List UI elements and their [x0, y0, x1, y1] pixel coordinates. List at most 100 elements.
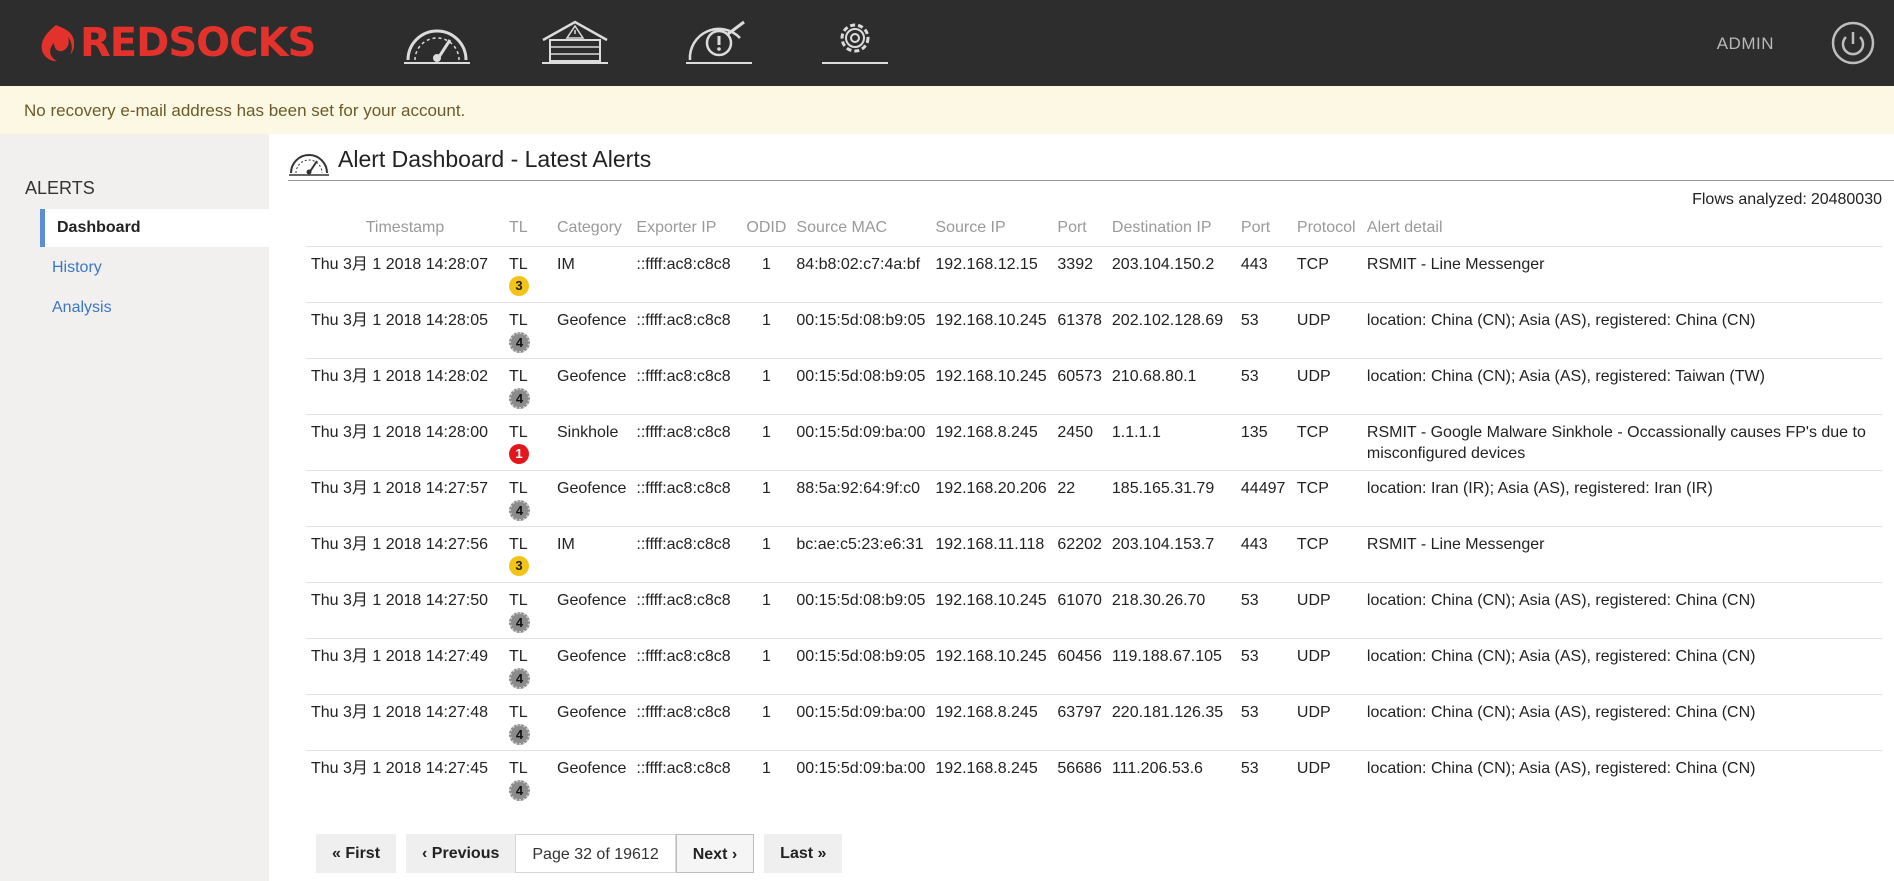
cell-exporter-ip: ::ffff:ac8:c8c8: [631, 750, 742, 807]
cell-source-ip: 192.168.10.245: [930, 582, 1053, 639]
first-page-button[interactable]: « First: [316, 834, 397, 873]
warehouse-alert-icon[interactable]: [540, 16, 610, 66]
sidebar-item-history[interactable]: History: [40, 249, 269, 287]
cell-source-port: 22: [1052, 470, 1107, 527]
cell-alert-detail: location: China (CN); Asia (AS), registe…: [1361, 582, 1882, 639]
cell-destination-port: 53: [1235, 582, 1292, 639]
cell-alert-detail: RSMIT - Line Messenger: [1361, 526, 1882, 583]
cell-timestamp: Thu 3月 1 2018 14:28:07: [306, 246, 504, 303]
col-source-ip[interactable]: Source IP: [930, 210, 1052, 247]
cell-source-mac: 88:5a:92:64:9f:c0: [791, 470, 931, 527]
cell-source-port: 61378: [1052, 302, 1107, 359]
col-timestamp[interactable]: Timestamp: [306, 210, 504, 247]
table-header-row: Timestamp TL Category Exporter IP ODID S…: [306, 210, 1882, 247]
table-row[interactable]: Thu 3月 1 2018 14:27:45 TL 4 Geofence::ffff:…: [306, 750, 1882, 807]
col-source-port[interactable]: Port: [1052, 210, 1107, 247]
cell-exporter-ip: ::ffff:ac8:c8c8: [631, 470, 742, 527]
cell-source-mac: 00:15:5d:09:ba:00: [791, 694, 931, 751]
cell-odid: 1: [741, 526, 792, 583]
cell-source-mac: 00:15:5d:09:ba:00: [791, 414, 931, 471]
col-category[interactable]: Category: [552, 210, 631, 247]
settings-gear-icon[interactable]: [820, 16, 890, 66]
threat-level-badge: 4: [509, 724, 530, 745]
cell-odid: 1: [741, 246, 792, 303]
flows-value: 20480030: [1810, 191, 1882, 208]
cell-destination-port: 44497: [1235, 470, 1292, 527]
cell-tl: TL 3: [504, 246, 552, 303]
table-row[interactable]: Thu 3月 1 2018 14:28:07 TL 3 IM::ffff:ac8:c8…: [306, 246, 1882, 303]
cell-alert-detail: location: China (CN); Asia (AS), registe…: [1361, 750, 1882, 807]
sidebar-item-analysis[interactable]: Analysis: [40, 289, 269, 327]
threat-level-badge: 4: [509, 332, 530, 353]
threat-level-badge: 4: [509, 612, 530, 633]
last-page-button[interactable]: Last »: [764, 834, 843, 873]
next-page-button[interactable]: Next ›: [675, 834, 755, 873]
cell-alert-detail: location: China (CN); Asia (AS), registe…: [1361, 358, 1882, 415]
analysis-magnifier-icon[interactable]: [684, 16, 754, 66]
table-row[interactable]: Thu 3月 1 2018 14:27:56 TL 3 IM::ffff:ac8:c8…: [306, 526, 1882, 583]
cell-timestamp: Thu 3月 1 2018 14:28:02: [306, 358, 504, 415]
user-menu-label[interactable]: ADMIN: [1717, 34, 1774, 54]
cell-protocol: TCP: [1291, 414, 1362, 471]
col-source-mac[interactable]: Source MAC: [791, 210, 930, 247]
cell-destination-ip: 185.165.31.79: [1106, 470, 1236, 527]
sidebar-item-dashboard[interactable]: Dashboard: [40, 209, 269, 247]
col-alert-detail[interactable]: Alert detail: [1362, 210, 1882, 247]
dashboard-gauge-icon[interactable]: [402, 16, 472, 66]
cell-source-port: 61070: [1052, 582, 1107, 639]
col-odid[interactable]: ODID: [741, 210, 791, 247]
cell-source-port: 3392: [1052, 246, 1107, 303]
cell-source-mac: bc:ae:c5:23:e6:31: [791, 526, 931, 583]
table-row[interactable]: Thu 3月 1 2018 14:28:00 TL 1 Sinkhole::ffff:…: [306, 414, 1882, 471]
cell-tl: TL 4: [504, 302, 552, 359]
cell-protocol: UDP: [1291, 638, 1362, 695]
col-exporter-ip[interactable]: Exporter IP: [631, 210, 741, 247]
threat-level-badge: 4: [509, 500, 530, 521]
cell-timestamp: Thu 3月 1 2018 14:28:05: [306, 302, 504, 359]
cell-source-port: 62202: [1052, 526, 1107, 583]
flame-icon: [41, 25, 74, 62]
cell-exporter-ip: ::ffff:ac8:c8c8: [631, 638, 742, 695]
cell-category: Geofence: [552, 638, 632, 695]
col-protocol[interactable]: Protocol: [1292, 210, 1362, 247]
cell-destination-ip: 119.188.67.105: [1106, 638, 1236, 695]
cell-alert-detail: RSMIT - Line Messenger: [1361, 246, 1882, 303]
table-row[interactable]: Thu 3月 1 2018 14:28:02 TL 4 Geofence::ffff:…: [306, 358, 1882, 415]
previous-page-button[interactable]: ‹ Previous: [406, 834, 516, 873]
cell-source-mac: 00:15:5d:09:ba:00: [791, 750, 931, 807]
cell-source-port: 2450: [1052, 414, 1107, 471]
threat-level-label: TL: [509, 592, 528, 609]
cell-source-ip: 192.168.12.15: [930, 246, 1053, 303]
cell-tl: TL 4: [504, 582, 552, 639]
cell-timestamp: Thu 3月 1 2018 14:28:00: [306, 414, 504, 471]
cell-alert-detail: location: China (CN); Asia (AS), registe…: [1361, 638, 1882, 695]
redsocks-logo[interactable]: REDSOCKS: [38, 20, 316, 66]
cell-exporter-ip: ::ffff:ac8:c8c8: [631, 302, 742, 359]
cell-odid: 1: [741, 302, 792, 359]
table-row[interactable]: Thu 3月 1 2018 14:27:57 TL 4 Geofence::ffff:…: [306, 470, 1882, 527]
cell-alert-detail: location: Iran (IR); Asia (AS), register…: [1361, 470, 1882, 527]
cell-odid: 1: [741, 358, 792, 415]
cell-source-port: 60456: [1052, 638, 1107, 695]
cell-odid: 1: [741, 638, 792, 695]
table-row[interactable]: Thu 3月 1 2018 14:28:05 TL 4 Geofence::ffff:…: [306, 302, 1882, 359]
table-row[interactable]: Thu 3月 1 2018 14:27:49 TL 4 Geofence::ffff:…: [306, 638, 1882, 695]
power-icon[interactable]: [1828, 20, 1878, 66]
threat-level-label: TL: [509, 480, 528, 497]
alerts-table: Timestamp TL Category Exporter IP ODID S…: [306, 210, 1882, 807]
table-row[interactable]: Thu 3月 1 2018 14:27:48 TL 4 Geofence::ffff:…: [306, 694, 1882, 751]
table-row[interactable]: Thu 3月 1 2018 14:27:50 TL 4 Geofence::ffff:…: [306, 582, 1882, 639]
cell-tl: TL 4: [504, 470, 552, 527]
cell-destination-ip: 203.104.150.2: [1106, 246, 1236, 303]
cell-source-ip: 192.168.10.245: [930, 638, 1053, 695]
cell-destination-port: 135: [1235, 414, 1292, 471]
col-destination-port[interactable]: Port: [1236, 210, 1292, 247]
cell-source-mac: 00:15:5d:08:b9:05: [791, 302, 931, 359]
threat-level-label: TL: [509, 760, 528, 777]
sidebar-heading: ALERTS: [25, 178, 95, 198]
col-tl[interactable]: TL: [504, 210, 552, 247]
threat-level-badge: 4: [509, 780, 530, 801]
cell-protocol: UDP: [1291, 302, 1362, 359]
col-destination-ip[interactable]: Destination IP: [1107, 210, 1236, 247]
threat-level-label: TL: [509, 368, 528, 385]
